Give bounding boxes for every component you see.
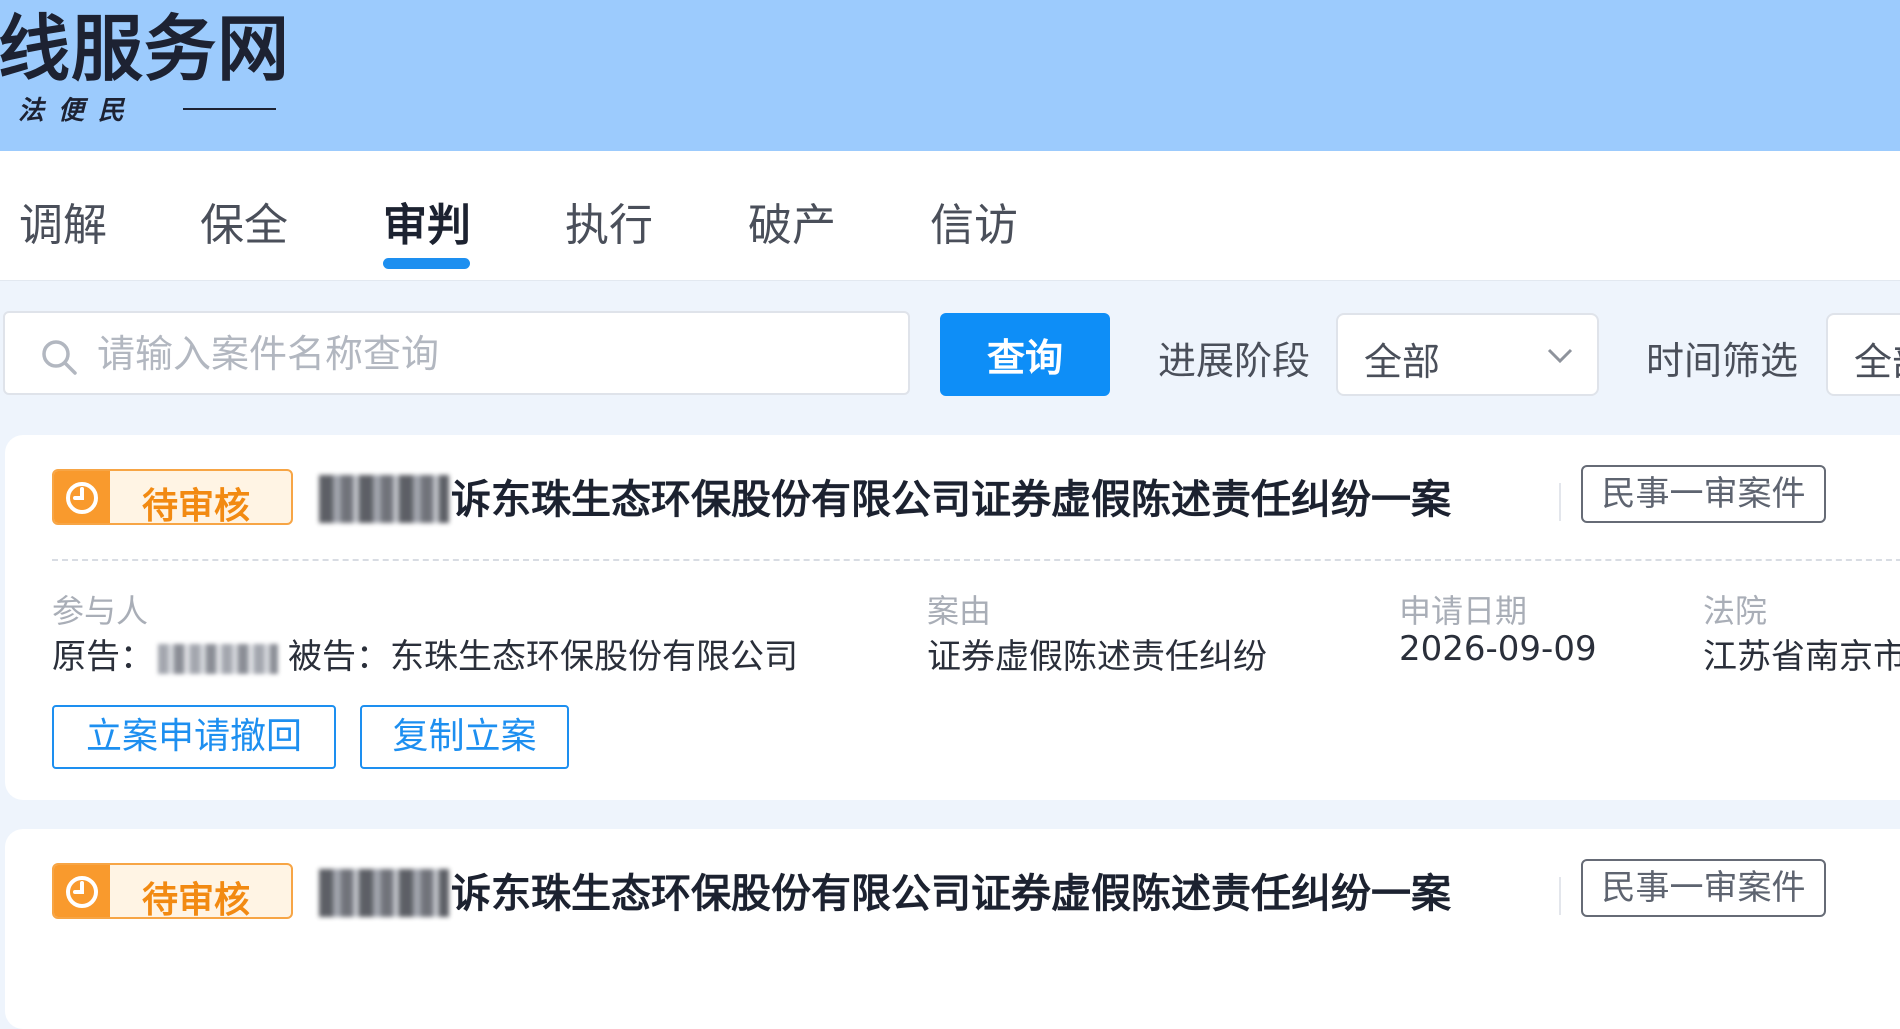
status-badge: 待审核 xyxy=(52,469,293,525)
tab-petition[interactable]: 信访 xyxy=(930,189,1018,253)
case-type-badge: 民事一审案件 xyxy=(1581,465,1826,523)
status-label: 待审核 xyxy=(142,486,251,525)
status-icon-block xyxy=(54,865,110,917)
tab-preservation[interactable]: 保全 xyxy=(200,189,288,253)
redacted-plaintiff xyxy=(158,643,278,674)
copy-filing-button[interactable]: 复制立案 xyxy=(360,705,569,769)
active-tab-indicator xyxy=(383,258,470,269)
case-card[interactable]: 待审核 诉东珠生态环保股份有限公司证券虚假陈述责任纠纷一案 民事一审案件 参与人… xyxy=(5,435,1900,800)
clock-icon xyxy=(66,482,98,514)
site-title: 线服务网 xyxy=(0,7,291,91)
stage-filter-label: 进展阶段 xyxy=(1158,339,1311,383)
site-banner: 线服务网 法便民 xyxy=(0,0,1900,151)
plaintiff-prefix: 原告： xyxy=(52,637,154,677)
time-select[interactable]: 全部 xyxy=(1826,313,1900,396)
category-tabs: 调解 保全 审判 执行 破产 信访 xyxy=(0,151,1900,281)
case-title[interactable]: 诉东珠生态环保股份有限公司证券虚假陈述责任纠纷一案 xyxy=(451,861,1451,919)
tab-trial[interactable]: 审判 xyxy=(383,189,471,253)
stage-select-value: 全部 xyxy=(1364,340,1441,384)
case-card[interactable]: 待审核 诉东珠生态环保股份有限公司证券虚假陈述责任纠纷一案 民事一审案件 xyxy=(5,829,1900,1029)
time-filter-label: 时间筛选 xyxy=(1646,339,1799,383)
title-divider xyxy=(1559,483,1561,521)
card-divider xyxy=(52,559,1900,561)
status-badge: 待审核 xyxy=(52,863,293,919)
clock-icon xyxy=(66,876,98,908)
status-label: 待审核 xyxy=(142,880,251,919)
case-type-badge: 民事一审案件 xyxy=(1581,859,1826,917)
tab-execution[interactable]: 执行 xyxy=(565,189,653,253)
time-select-value: 全部 xyxy=(1854,340,1900,384)
date-value: 2026-09-09 xyxy=(1399,629,1597,669)
date-label: 申请日期 xyxy=(1399,592,1528,630)
search-input[interactable] xyxy=(95,323,895,385)
court-label: 法院 xyxy=(1703,592,1768,630)
chevron-down-icon xyxy=(1547,348,1573,364)
redacted-plaintiff-name xyxy=(319,475,449,523)
query-button[interactable]: 查询 xyxy=(940,313,1110,396)
title-divider xyxy=(1559,877,1561,915)
tab-bankruptcy[interactable]: 破产 xyxy=(748,189,836,253)
search-icon xyxy=(42,340,77,375)
tab-mediation[interactable]: 调解 xyxy=(19,189,107,253)
participants-value: 原告： 被告：东珠生态环保股份有限公司 xyxy=(52,629,798,678)
stage-select[interactable]: 全部 xyxy=(1336,313,1599,396)
court-value: 江苏省南京市 xyxy=(1703,637,1900,677)
slogan-rule xyxy=(183,108,276,110)
participants-label: 参与人 xyxy=(52,592,149,630)
cause-value: 证券虚假陈述责任纠纷 xyxy=(927,637,1267,677)
withdraw-filing-button[interactable]: 立案申请撤回 xyxy=(52,705,336,769)
case-title[interactable]: 诉东珠生态环保股份有限公司证券虚假陈述责任纠纷一案 xyxy=(451,467,1451,525)
search-box xyxy=(3,311,910,395)
defendant-text: 被告：东珠生态环保股份有限公司 xyxy=(288,637,798,677)
redacted-plaintiff-name xyxy=(319,869,449,917)
status-icon-block xyxy=(54,471,110,523)
cause-label: 案由 xyxy=(927,592,992,630)
site-slogan: 法便民 xyxy=(18,96,139,126)
